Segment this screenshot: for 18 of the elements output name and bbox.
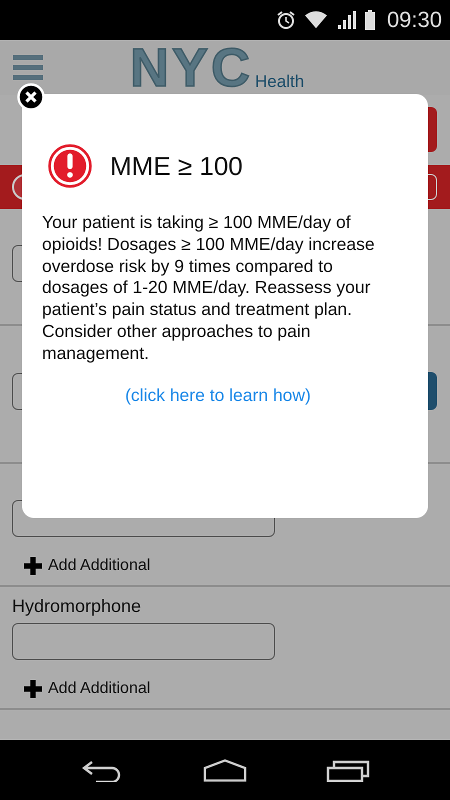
dialog-message: Your patient is taking ≥ 100 MME/day of opioids! Dosages ≥ 100 MME/day increase overdose risk by 9 times compared to dosages of 1-20 MME/day. Reassess your patient’s pain status and treatment plan. Consider other approaches to pain management. — [42, 212, 376, 365]
logo-subtitle: Health — [255, 72, 304, 90]
alarm-icon — [274, 10, 297, 30]
wifi-icon — [304, 10, 327, 30]
plus-icon — [24, 557, 42, 575]
home-icon[interactable] — [202, 758, 247, 782]
dialog-title: MME ≥ 100 — [110, 150, 243, 182]
add-button[interactable]: Add Additional — [24, 557, 150, 575]
plus-icon — [24, 680, 42, 698]
warning-icon — [48, 144, 92, 188]
clock-time: 09:30 — [386, 7, 442, 33]
learn-more-link[interactable]: (click here to learn how) — [125, 384, 311, 406]
recents-icon[interactable] — [326, 758, 370, 782]
add-button[interactable]: Add Additional — [24, 680, 150, 698]
logo-text: NYC — [130, 44, 254, 90]
close-icon[interactable] — [17, 83, 45, 111]
battery-icon — [364, 10, 375, 30]
field-label: Hydromorphone — [12, 595, 142, 617]
